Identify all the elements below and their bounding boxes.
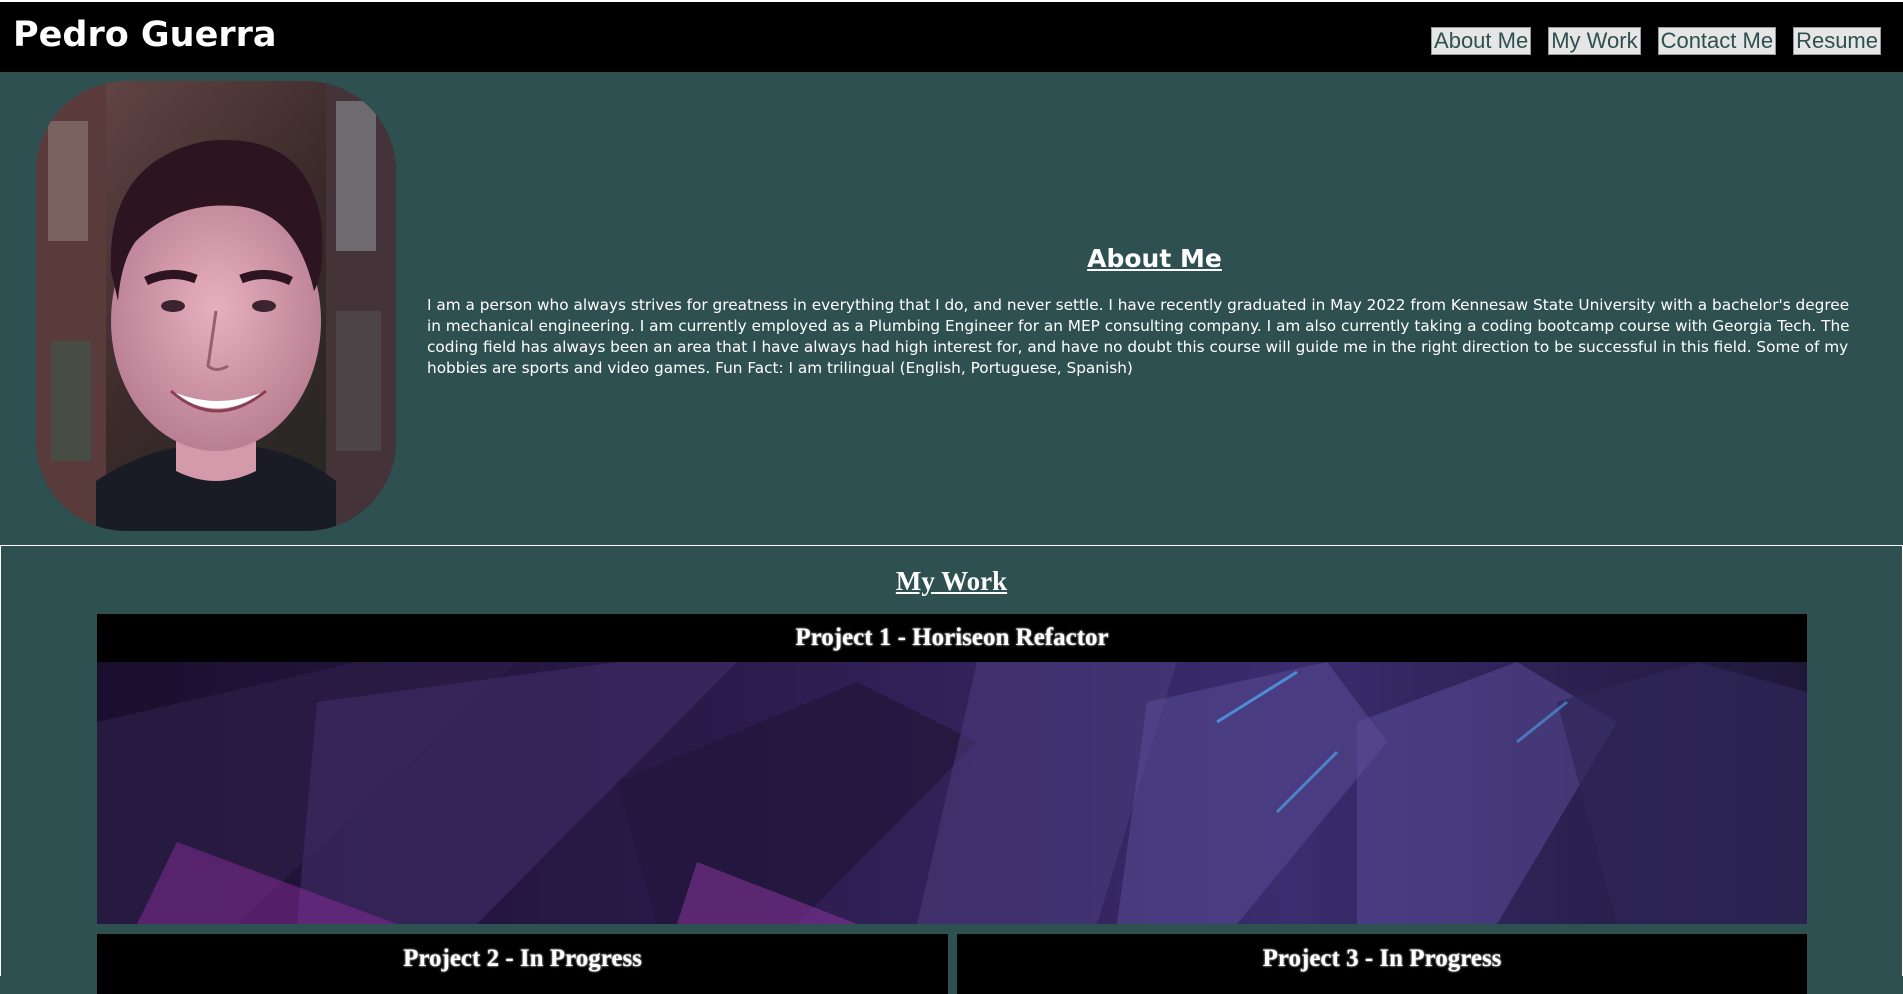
site-title: Pedro Guerra [13, 15, 277, 55]
project-card-3[interactable]: Project 3 - In Progress [957, 934, 1807, 994]
project-3-title: Project 3 - In Progress [1262, 945, 1502, 972]
project-card-2[interactable]: Project 2 - In Progress [97, 934, 948, 994]
site-header: Pedro Guerra About Me My Work Contact Me… [0, 2, 1903, 72]
about-heading: About Me [1087, 244, 1222, 273]
project-2-title: Project 2 - In Progress [403, 945, 642, 972]
main-nav: About Me My Work Contact Me Resume [1431, 27, 1881, 55]
project-1-title: Project 1 - Horiseon Refactor [97, 614, 1807, 662]
about-section: About Me I am a person who always strive… [0, 72, 1903, 544]
project-card-1[interactable]: Project 1 - Horiseon Refactor [97, 614, 1807, 924]
nav-contact-me[interactable]: Contact Me [1657, 27, 1777, 55]
work-section: My Work Project 1 - Horiseon Refactor Pr… [0, 545, 1903, 994]
project-1-image[interactable] [97, 662, 1807, 924]
work-heading: My Work [895, 566, 1008, 596]
nav-resume[interactable]: Resume [1793, 27, 1881, 55]
profile-photo [36, 81, 396, 531]
nav-about-me[interactable]: About Me [1431, 27, 1532, 55]
about-body: I am a person who always strives for gre… [427, 296, 1850, 377]
nav-my-work[interactable]: My Work [1548, 27, 1641, 55]
